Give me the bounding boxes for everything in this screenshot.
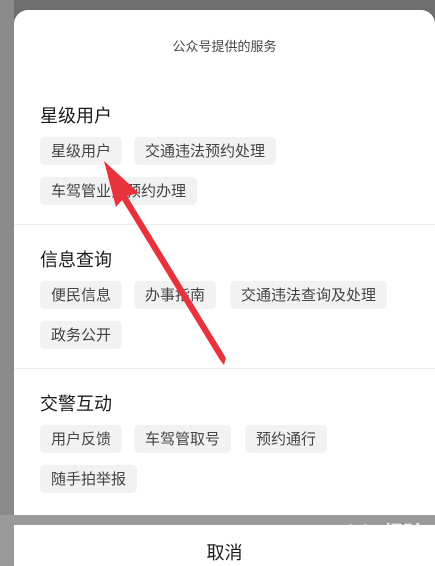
- section-title-police-interaction: 交警互动: [40, 394, 112, 415]
- chip-vehicle-license-queue[interactable]: 车驾管取号: [134, 425, 232, 453]
- services-sheet: 公众号提供的服务 星级用户 星级用户 交通违法预约处理 车驾管业务预约办理 信息…: [14, 10, 435, 515]
- watermark-logo: Baidu经验: [318, 522, 424, 546]
- chip-government-affairs[interactable]: 政务公开: [40, 321, 123, 349]
- backdrop-left: [0, 0, 14, 566]
- section-title-star-user: 星级用户: [40, 106, 112, 127]
- baidu-watermark: Baidu经验 jingyan.baidu.com: [318, 518, 433, 564]
- chip-star-user[interactable]: 星级用户: [40, 137, 123, 165]
- chip-traffic-violation-query[interactable]: 交通违法查询及处理: [230, 281, 388, 309]
- chip-traffic-violation-appointment[interactable]: 交通违法预约处理: [134, 137, 277, 165]
- watermark-sub: jingyan.baidu.com: [328, 547, 412, 557]
- chip-convenience-info[interactable]: 便民信息: [40, 281, 123, 309]
- divider-1: [14, 224, 435, 225]
- chip-vehicle-license-appointment[interactable]: 车驾管业务预约办理: [40, 177, 198, 205]
- chip-user-feedback[interactable]: 用户反馈: [40, 425, 123, 453]
- chip-service-guide[interactable]: 办事指南: [134, 281, 217, 309]
- chip-reserved-pass[interactable]: 预约通行: [245, 425, 328, 453]
- sheet-title: 公众号提供的服务: [172, 40, 277, 55]
- chip-photo-report[interactable]: 随手拍举报: [40, 465, 138, 493]
- divider-2: [14, 368, 435, 369]
- section-title-info-query: 信息查询: [40, 250, 112, 271]
